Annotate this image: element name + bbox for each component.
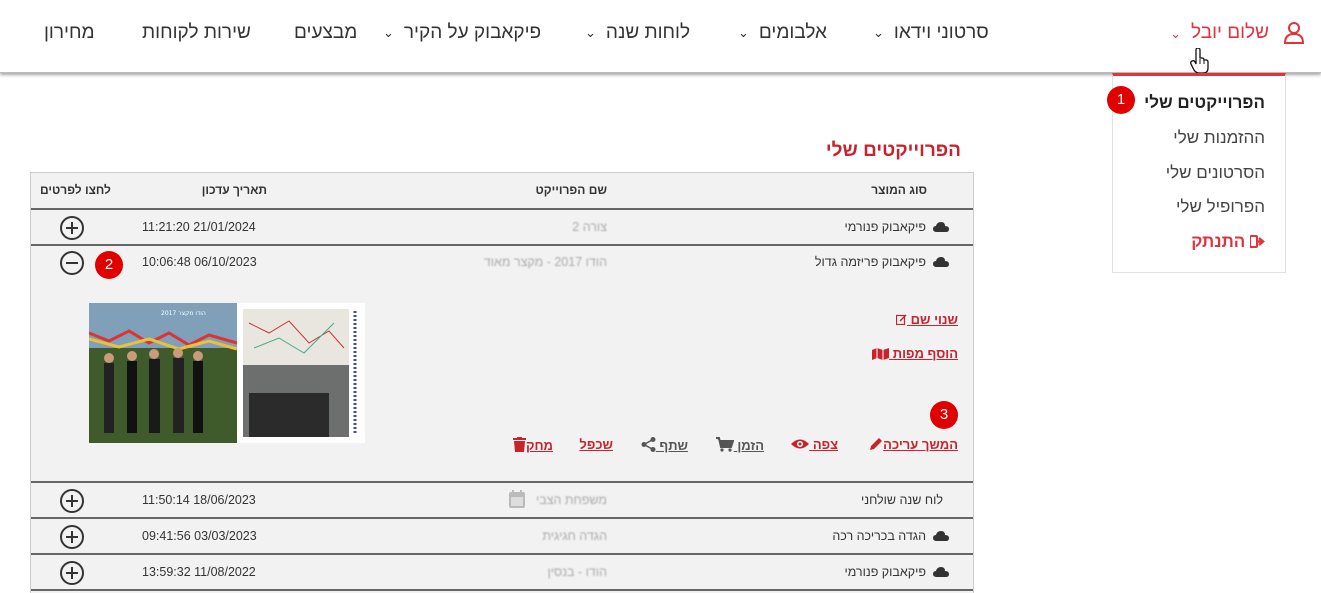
cell-date: 11:21:20 21/01/2024 <box>142 220 256 234</box>
edit-square-icon <box>895 314 907 326</box>
duplicate-link[interactable]: שכפל <box>579 437 613 452</box>
logout-icon <box>1249 235 1265 248</box>
calendar-icon <box>509 490 525 508</box>
order-label: הזמן <box>737 438 764 453</box>
nav-albums[interactable]: ⌄ אלבומים <box>738 22 827 44</box>
nav-promotions[interactable]: מבצעים <box>294 22 357 44</box>
nav-calendars[interactable]: ⌄ לוחות שנה <box>585 22 690 44</box>
project-thumbnail[interactable]: הודו מקצר 2017 <box>89 303 365 443</box>
map-icon <box>872 348 890 360</box>
cloud-icon <box>933 222 949 232</box>
rename-link[interactable]: שנוי שם <box>895 312 958 327</box>
add-maps-link[interactable]: הוסף מפות <box>872 346 958 361</box>
hand-cursor-icon <box>1190 48 1209 74</box>
chevron-down-icon: ⌄ <box>383 25 394 40</box>
cell-project-name[interactable]: צורה 2 <box>572 220 607 234</box>
cell-project-name[interactable]: משפחת הצבי <box>536 493 607 507</box>
view-link[interactable]: צפה <box>791 437 838 452</box>
continue-edit-label: המשך עריכה <box>883 437 958 452</box>
cell-product: פיקאבוק פנורמי <box>844 565 926 579</box>
cell-project-name[interactable]: הודו 2017 - מקצר מאוד <box>484 255 607 269</box>
collapse-icon[interactable] <box>60 251 84 275</box>
nav-pricing-label: מחירון <box>44 22 95 43</box>
expand-icon[interactable] <box>60 561 84 585</box>
thumbnail-caption: הודו מקצר 2017 <box>161 310 206 317</box>
cloud-icon <box>933 567 949 577</box>
nav-calendars-label: לוחות שנה <box>605 22 691 43</box>
table-row: פיקאבוק פנורמי צורה 2 11:21:20 21/01/202… <box>31 210 973 246</box>
add-maps-label: הוסף מפות <box>892 346 958 361</box>
logout-label: התנתק <box>1191 232 1246 251</box>
share-link[interactable]: שתף <box>641 437 688 453</box>
cell-date: 13:59:32 11/08/2022 <box>142 565 256 579</box>
menu-item-my-videos[interactable]: הסרטונים שלי <box>1166 163 1265 183</box>
expand-icon[interactable] <box>60 525 84 549</box>
cell-date: 10:06:48 06/10/2023 <box>142 255 257 269</box>
cell-date: 09:41:56 03/03/2023 <box>142 529 257 543</box>
expand-icon[interactable] <box>60 489 84 513</box>
cell-project-name[interactable]: הגדה חגיגית <box>542 529 607 543</box>
table-row: לוח שנה שולחני משפחת הצבי 11:50:14 18/06… <box>31 483 973 519</box>
view-label: צפה <box>812 437 838 452</box>
user-dropdown-menu: הפרוייקטים שלי ההזמנות שלי הסרטונים שלי … <box>1112 73 1286 273</box>
chevron-down-icon: ⌄ <box>585 25 596 40</box>
nav-pricing[interactable]: מחירון <box>44 22 95 44</box>
rename-label: שנוי שם <box>910 312 958 327</box>
table-row: פיקאבוק פנורמי הודו - בנסין 13:59:32 11/… <box>31 555 973 591</box>
projects-table: סוג המוצר שם הפרוייקט תאריך עדכון לחצו ל… <box>30 172 974 593</box>
cell-project-name[interactable]: הודו - בנסין <box>548 565 608 579</box>
project-detail-panel: הודו מקצר 2017 שנוי שם הוסף מפות 3 המשך … <box>31 279 973 483</box>
table-row: הגדה בכריכה רכה הגדה חגיגית 09:41:56 03/… <box>31 519 973 555</box>
delete-link[interactable]: מחק <box>512 437 553 453</box>
header-product-type: סוג המוצר <box>871 183 927 197</box>
menu-item-logout[interactable]: התנתק <box>1191 232 1265 252</box>
cell-product: לוח שנה שולחני <box>860 493 943 507</box>
pencil-icon <box>870 438 883 450</box>
chevron-down-icon: ⌄ <box>738 25 749 40</box>
nav-wall-picabook[interactable]: ⌄ פיקאבוק על הקיר <box>383 22 541 44</box>
step-badge-3: 3 <box>930 401 958 429</box>
page-title: הפרוייקטים שלי <box>825 140 961 161</box>
nav-videos-label: סרטוני וידאו <box>893 22 989 43</box>
order-link[interactable]: הזמן <box>715 437 764 453</box>
menu-item-my-projects[interactable]: הפרוייקטים שלי <box>1144 93 1265 113</box>
chevron-down-icon: ⌄ <box>1170 26 1182 41</box>
nav-videos[interactable]: ⌄ סרטוני וידאו <box>873 22 989 44</box>
nav-customer-service[interactable]: שירות לקוחות <box>142 22 251 44</box>
eye-icon <box>791 439 810 449</box>
step-badge-1: 1 <box>1107 86 1135 114</box>
header-updated: תאריך עדכון <box>201 183 267 197</box>
cell-date: 11:50:14 18/06/2023 <box>142 493 256 507</box>
delete-label: מחק <box>525 438 553 453</box>
table-header: סוג המוצר שם הפרוייקט תאריך עדכון לחצו ל… <box>31 173 973 210</box>
cell-product: פיקאבוק פריזמה גדול <box>814 255 926 269</box>
user-menu[interactable]: ⌄ שלום יובל <box>1170 22 1305 44</box>
cloud-icon <box>933 531 949 541</box>
table-row: פיקאבוק פריזמה גדול הודו 2017 - מקצר מאו… <box>31 245 973 281</box>
duplicate-label: שכפל <box>579 437 613 452</box>
trash-icon <box>512 437 526 452</box>
user-greeting: שלום יובל <box>1191 22 1269 43</box>
nav-customer-service-label: שירות לקוחות <box>142 22 251 43</box>
cart-icon <box>715 437 735 452</box>
header-project-name: שם הפרוייקט <box>535 183 607 197</box>
expand-icon[interactable] <box>60 216 84 240</box>
cloud-icon <box>933 257 949 267</box>
continue-edit-link[interactable]: המשך עריכה <box>869 437 958 452</box>
menu-item-my-orders[interactable]: ההזמנות שלי <box>1173 128 1265 148</box>
user-icon <box>1283 22 1305 44</box>
chevron-down-icon: ⌄ <box>873 25 884 40</box>
top-navigation: מחירון שירות לקוחות מבצעים ⌄ פיקאבוק על ה… <box>0 0 1321 73</box>
menu-item-my-profile[interactable]: הפרופיל שלי <box>1176 197 1265 217</box>
nav-albums-label: אלבומים <box>758 22 827 43</box>
share-label: שתף <box>659 438 688 453</box>
step-badge-2: 2 <box>95 251 123 279</box>
nav-wall-picabook-label: פיקאבוק על הקיר <box>403 22 542 43</box>
share-icon <box>641 437 656 452</box>
header-details: לחצו לפרטים <box>40 183 111 197</box>
cell-product: פיקאבוק פנורמי <box>844 220 926 234</box>
nav-promotions-label: מבצעים <box>294 22 358 43</box>
cell-product: הגדה בכריכה רכה <box>832 529 926 543</box>
